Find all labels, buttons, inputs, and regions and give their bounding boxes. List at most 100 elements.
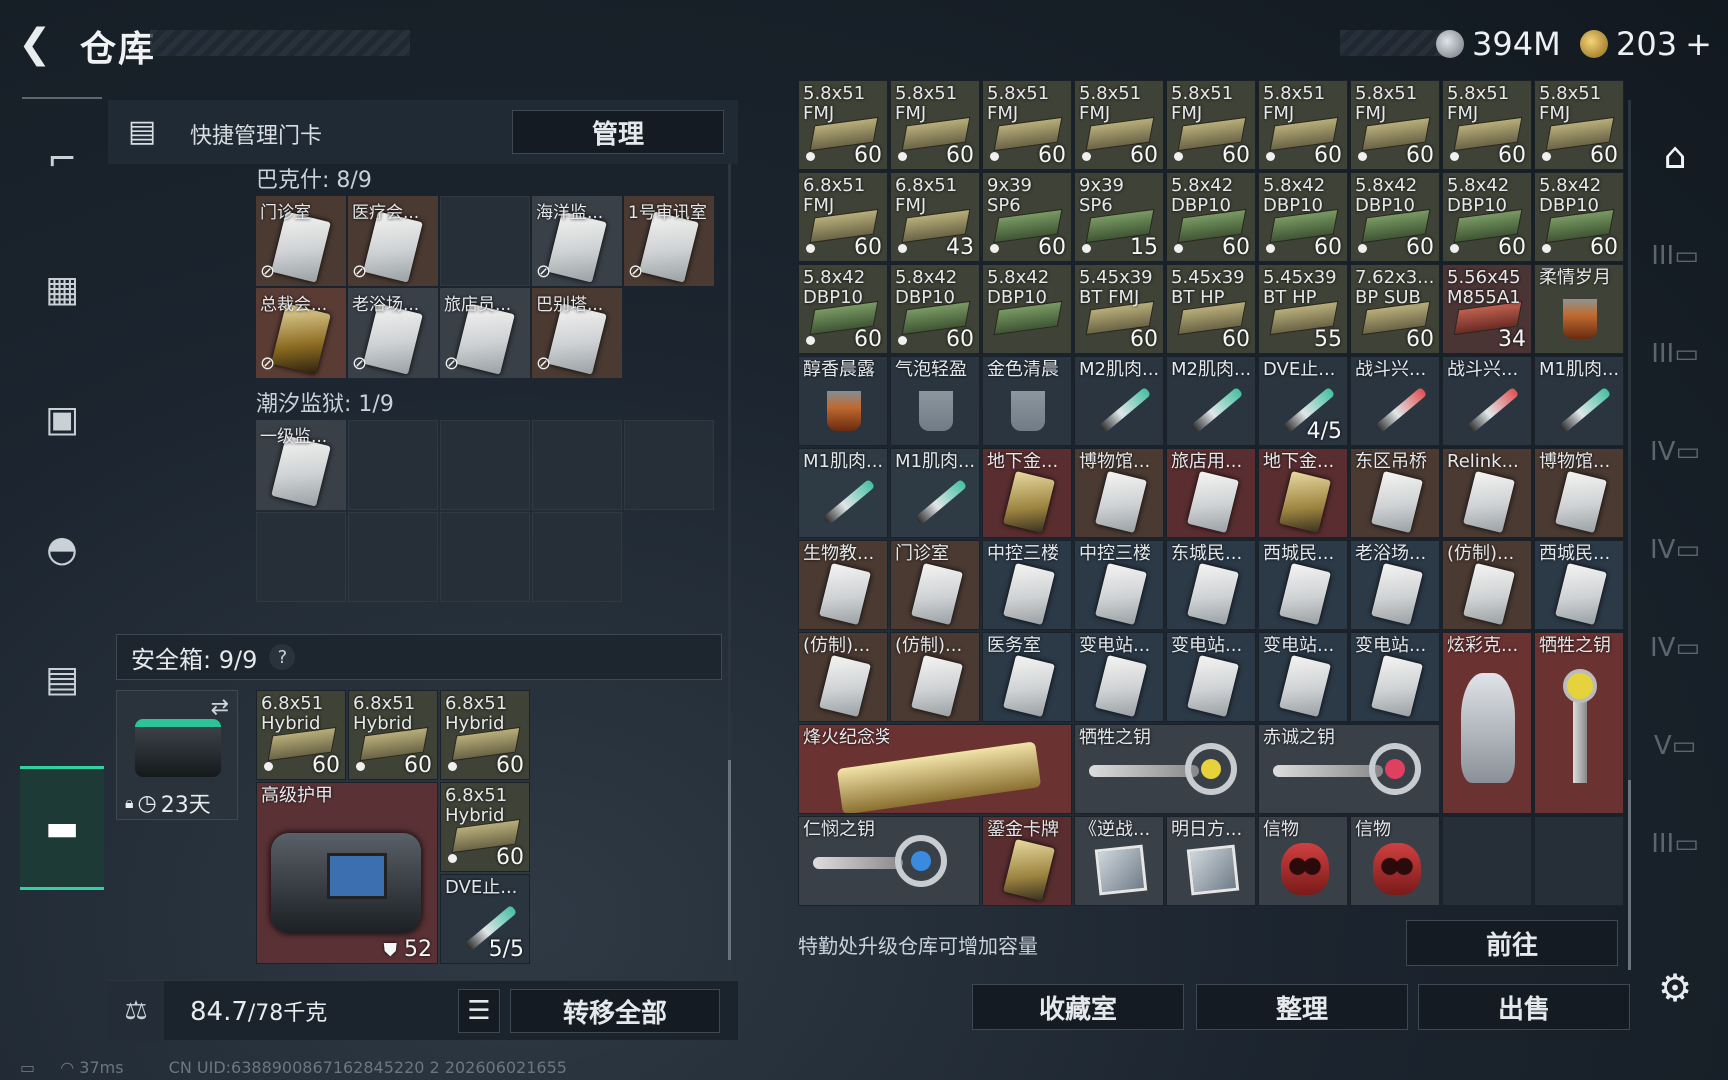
medical-item[interactable]: M1肌肉...: [1534, 356, 1624, 446]
keycard-item[interactable]: 门诊室: [890, 540, 980, 630]
empty-keycard-slot[interactable]: [532, 512, 622, 602]
medical-item[interactable]: M2肌肉...: [1166, 356, 1256, 446]
ammo-item[interactable]: 5.8x51 FMJ 60: [798, 80, 888, 170]
drink-item[interactable]: 金色清晨: [982, 356, 1072, 446]
ammo-item[interactable]: 6.8x51 Hybrid 60: [348, 690, 438, 780]
case-tier-icon[interactable]: IV ▭: [1640, 618, 1710, 678]
keycard-slot[interactable]: 旅店员... ⊘: [440, 288, 530, 378]
ammo-item[interactable]: 9x39 SP6 15: [1074, 172, 1164, 262]
keycard-slot[interactable]: 老浴场... ⊘: [348, 288, 438, 378]
ammo-item[interactable]: 5.8x42 DBP10: [982, 264, 1072, 354]
right-scrollbar-thumb[interactable]: [1628, 780, 1631, 970]
medical-item[interactable]: M1肌肉...: [798, 448, 888, 538]
empty-keycard-slot[interactable]: [624, 420, 714, 510]
case-tier-icon[interactable]: III ▭: [1640, 814, 1710, 874]
keycard-item[interactable]: 变电站...: [1258, 632, 1348, 722]
medical-item[interactable]: M2肌肉...: [1074, 356, 1164, 446]
keycard-slot[interactable]: 巴别塔... ⊘: [532, 288, 622, 378]
keycard-slot[interactable]: 总裁会... ⊘: [256, 288, 346, 378]
case-tier-icon[interactable]: III ▭: [1640, 226, 1710, 286]
keycard-slot[interactable]: 门诊室 ⊘: [256, 196, 346, 286]
ammo-item[interactable]: 5.8x42 DBP10 60: [1258, 172, 1348, 262]
case-tier-icon[interactable]: III ▭: [1640, 324, 1710, 384]
ammo-item[interactable]: 5.8x51 FMJ 60: [982, 80, 1072, 170]
keycard-item[interactable]: (仿制)...: [798, 632, 888, 722]
ammo-item[interactable]: 5.8x51 FMJ 60: [1442, 80, 1532, 170]
transfer-all-button[interactable]: 转移全部: [510, 989, 720, 1033]
keycard-item[interactable]: Relink...: [1442, 448, 1532, 538]
keycard-item[interactable]: 变电站...: [1074, 632, 1164, 722]
keycard-item[interactable]: 东城民...: [1166, 540, 1256, 630]
help-icon[interactable]: ?: [269, 644, 296, 670]
list-icon[interactable]: ☰: [458, 989, 500, 1033]
collectible-item[interactable]: 《逆战...: [1074, 816, 1164, 906]
goto-button[interactable]: 前往: [1406, 920, 1618, 966]
medical-item[interactable]: DVE止... 4/5: [1258, 356, 1348, 446]
keycard-item[interactable]: 医务室: [982, 632, 1072, 722]
ammo-item[interactable]: 5.45x39 BT HP 60: [1166, 264, 1256, 354]
keycard-item[interactable]: 西城民...: [1534, 540, 1624, 630]
keycard-item[interactable]: 中控三楼: [1074, 540, 1164, 630]
card-item[interactable]: 鎏金卡牌: [982, 816, 1072, 906]
gold-currency[interactable]: 203 +: [1580, 24, 1712, 64]
keycard-item[interactable]: (仿制)...: [890, 632, 980, 722]
ammo-item[interactable]: 5.8x42 DBP10 60: [890, 264, 980, 354]
ammo-item[interactable]: 6.8x51 FMJ 43: [890, 172, 980, 262]
medical-item[interactable]: M1肌肉...: [890, 448, 980, 538]
back-arrow-icon[interactable]: ❮: [18, 24, 58, 64]
ammo-item[interactable]: 5.8x42 DBP10 60: [1166, 172, 1256, 262]
figure-item[interactable]: 炫彩克...: [1442, 632, 1532, 814]
ammo-item[interactable]: 5.8x42 DBP10 60: [1534, 172, 1624, 262]
empty-slot[interactable]: [1442, 816, 1532, 906]
keycard-item[interactable]: 博物馆...: [1074, 448, 1164, 538]
empty-keycard-slot[interactable]: [440, 512, 530, 602]
keycard-item[interactable]: 老浴场...: [1350, 540, 1440, 630]
drink-item[interactable]: 气泡轻盈: [890, 356, 980, 446]
collectible-item[interactable]: 明日方...: [1166, 816, 1256, 906]
trophy-item[interactable]: 烽火纪念奖杯: [798, 724, 1072, 814]
ammo-item[interactable]: 5.8x51 FMJ 60: [1350, 80, 1440, 170]
drink-item[interactable]: 柔情岁月: [1534, 264, 1624, 354]
ammo-item[interactable]: 5.8x51 FMJ 60: [1166, 80, 1256, 170]
collection-room-button[interactable]: 收藏室: [972, 984, 1184, 1030]
empty-keycard-slot[interactable]: [532, 420, 622, 510]
manage-button[interactable]: 管理: [512, 110, 724, 154]
ammo-item[interactable]: 6.8x51 Hybrid 60: [440, 690, 530, 780]
empty-keycard-slot[interactable]: [256, 512, 346, 602]
ammo-item[interactable]: 5.8x51 FMJ 60: [1534, 80, 1624, 170]
keycard-slot[interactable]: 医疗会... ⊘: [348, 196, 438, 286]
keycard-item[interactable]: (仿制)...: [1442, 540, 1532, 630]
token-item[interactable]: 信物: [1350, 816, 1440, 906]
ammo-item[interactable]: 6.8x51 Hybrid 60: [256, 690, 346, 780]
nav-helmet[interactable]: ◓: [20, 494, 104, 604]
warehouse-icon[interactable]: ⌂: [1640, 126, 1710, 186]
keycard-slot[interactable]: 海洋监... ⊘: [532, 196, 622, 286]
ammo-item[interactable]: 6.8x51 FMJ 60: [798, 172, 888, 262]
keycard-item[interactable]: 西城民...: [1258, 540, 1348, 630]
gold-plus-icon[interactable]: +: [1685, 25, 1712, 63]
keycard-item[interactable]: 博物馆...: [1534, 448, 1624, 538]
ammo-item[interactable]: 5.45x39 BT HP 55: [1258, 264, 1348, 354]
gear-icon[interactable]: ⚙: [1640, 958, 1710, 1018]
keycard-slot[interactable]: 1号审讯室 ⊘: [624, 196, 714, 286]
key-item[interactable]: 牺牲之钥: [1534, 632, 1624, 814]
ammo-item[interactable]: 9x39 SP6 60: [982, 172, 1072, 262]
key-item[interactable]: 赤诚之钥: [1258, 724, 1440, 814]
keycard-item[interactable]: 变电站...: [1350, 632, 1440, 722]
medical-item[interactable]: 战斗兴...: [1350, 356, 1440, 446]
medical-item[interactable]: 战斗兴...: [1442, 356, 1532, 446]
empty-slot[interactable]: [1534, 816, 1624, 906]
case-tier-icon[interactable]: IV ▭: [1640, 520, 1710, 580]
sort-button[interactable]: 整理: [1196, 984, 1408, 1030]
empty-keycard-slot[interactable]: [348, 420, 438, 510]
drink-item[interactable]: 醇香晨露: [798, 356, 888, 446]
ammo-item[interactable]: 6.8x51 Hybrid 60: [440, 782, 530, 872]
empty-keycard-slot[interactable]: [440, 196, 530, 286]
case-tier-icon[interactable]: IV ▭: [1640, 422, 1710, 482]
ammo-item[interactable]: 5.8x51 FMJ 60: [890, 80, 980, 170]
silver-currency[interactable]: 394M: [1436, 24, 1561, 64]
ammo-item[interactable]: 5.8x42 DBP10 60: [1350, 172, 1440, 262]
keycard-item[interactable]: 生物教...: [798, 540, 888, 630]
empty-keycard-slot[interactable]: [440, 420, 530, 510]
nav-backpack[interactable]: ▣: [20, 364, 104, 474]
